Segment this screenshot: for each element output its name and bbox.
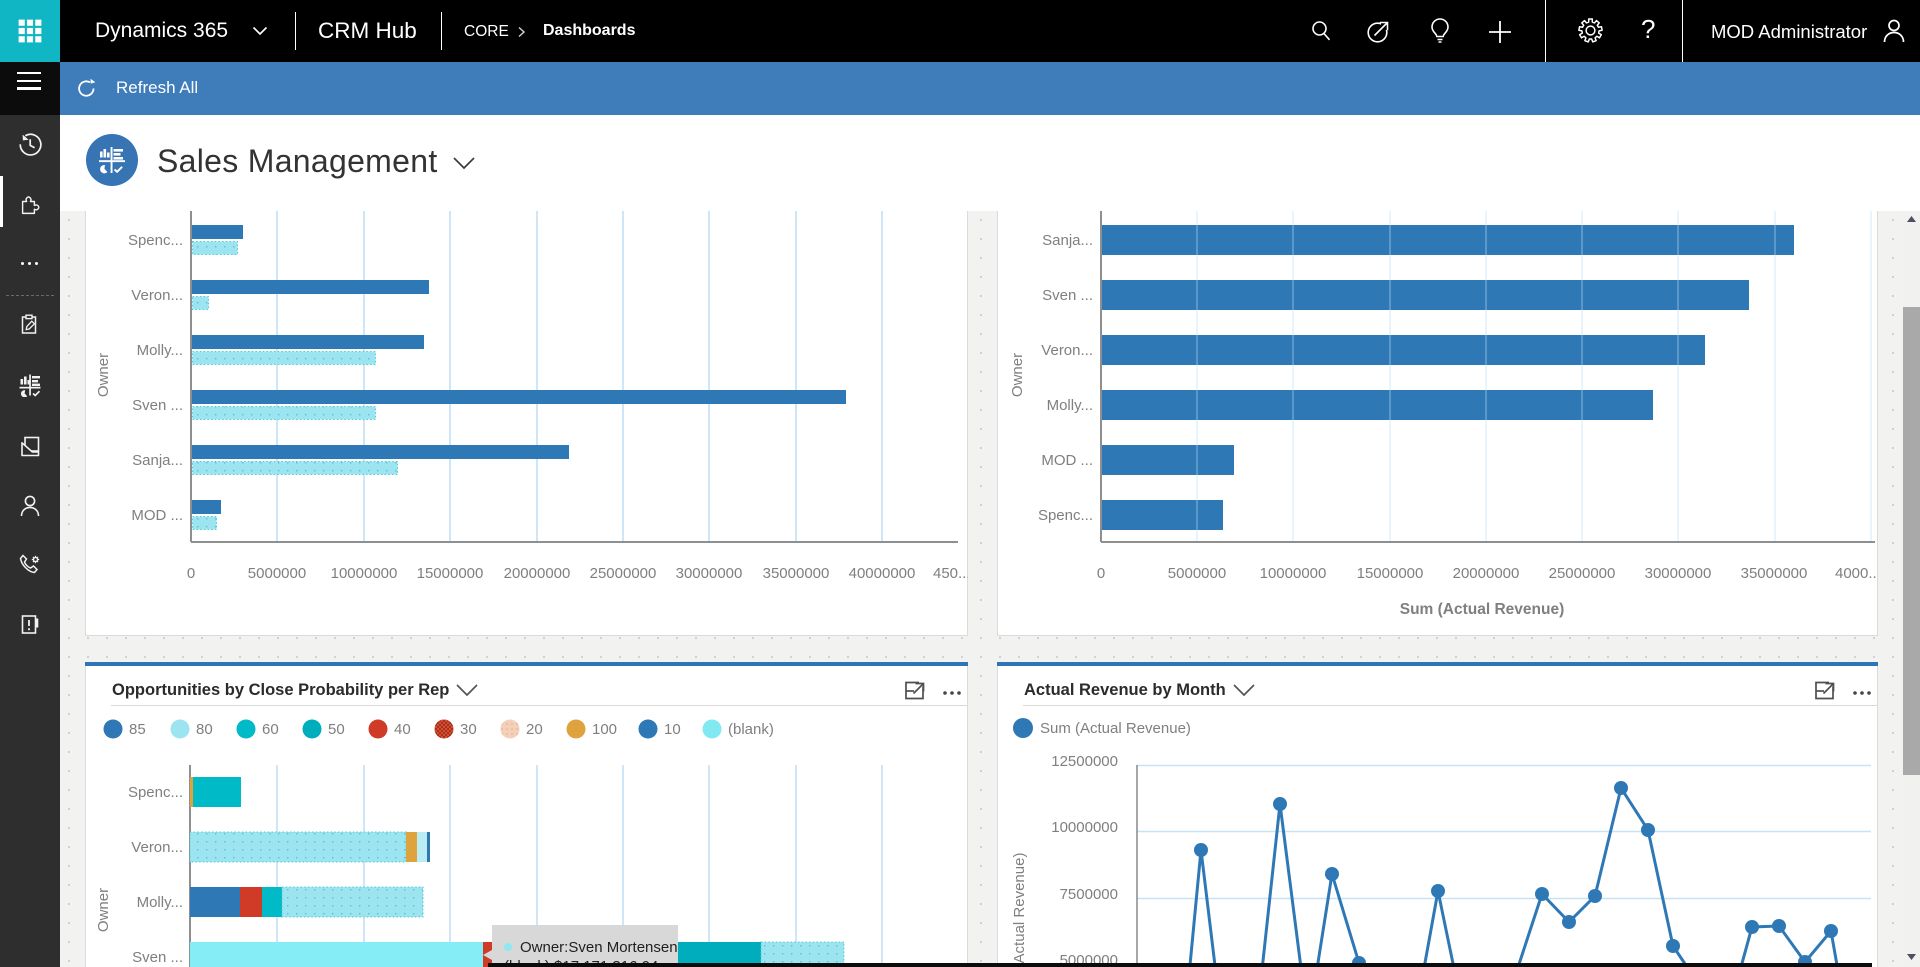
svg-text:Molly...: Molly...: [1047, 397, 1093, 414]
svg-text:25000000: 25000000: [1549, 565, 1616, 582]
svg-text:15000000: 15000000: [1357, 565, 1424, 582]
svg-text:Spenc...: Spenc...: [128, 784, 183, 801]
svg-text:5000000: 5000000: [1168, 565, 1226, 582]
svg-text:Owner: Owner: [95, 888, 112, 932]
svg-text:Opportunities by Close Probabi: Opportunities by Close Probability per R…: [112, 681, 449, 699]
svg-text:Sanja...: Sanja...: [1042, 232, 1093, 249]
svg-text:20000000: 20000000: [1453, 565, 1520, 582]
svg-text:Sanja...: Sanja...: [132, 452, 183, 469]
svg-text:10000000: 10000000: [331, 565, 398, 582]
svg-text:20: 20: [526, 721, 543, 738]
svg-text:10: 10: [664, 721, 681, 738]
svg-text:40000000: 40000000: [849, 565, 916, 582]
svg-text:4000...: 4000...: [1835, 565, 1878, 582]
svg-text:MOD ...: MOD ...: [1041, 452, 1093, 469]
svg-text:Actual Revenue by Month: Actual Revenue by Month: [1024, 681, 1226, 699]
svg-text:Veron...: Veron...: [131, 839, 183, 856]
svg-text:Sum (Actual Revenue): Sum (Actual Revenue): [1011, 853, 1028, 967]
svg-text:30000000: 30000000: [1645, 565, 1712, 582]
svg-text:Sum (Actual Revenue): Sum (Actual Revenue): [1400, 601, 1565, 618]
svg-text:10000000: 10000000: [1051, 819, 1118, 836]
svg-text:50: 50: [328, 721, 345, 738]
svg-text:Sven ...: Sven ...: [132, 397, 183, 414]
svg-text:(blank): (blank): [728, 721, 774, 738]
svg-text:20000000: 20000000: [504, 565, 571, 582]
svg-text:Sven ...: Sven ...: [132, 949, 183, 966]
svg-text:MOD ...: MOD ...: [131, 507, 183, 524]
svg-text:Owner: Owner: [1009, 353, 1026, 397]
svg-text:35000000: 35000000: [763, 565, 830, 582]
svg-text:7500000: 7500000: [1060, 886, 1118, 903]
svg-text:25000000: 25000000: [590, 565, 657, 582]
svg-text:Owner: Owner: [95, 353, 112, 397]
svg-text:Veron...: Veron...: [1041, 342, 1093, 359]
svg-text:Spenc...: Spenc...: [128, 232, 183, 249]
svg-text:Spenc...: Spenc...: [1038, 507, 1093, 524]
svg-text:Molly...: Molly...: [137, 894, 183, 911]
svg-text:0: 0: [187, 565, 195, 582]
svg-text:30: 30: [460, 721, 477, 738]
svg-text:30000000: 30000000: [676, 565, 743, 582]
svg-text:Owner:Sven Mortensen: Owner:Sven Mortensen: [520, 939, 678, 956]
svg-text:15000000: 15000000: [417, 565, 484, 582]
svg-text:Veron...: Veron...: [131, 287, 183, 304]
svg-text:80: 80: [196, 721, 213, 738]
svg-text:0: 0: [1097, 565, 1105, 582]
svg-text:5000000: 5000000: [248, 565, 306, 582]
svg-text:35000000: 35000000: [1741, 565, 1808, 582]
svg-text:12500000: 12500000: [1051, 753, 1118, 770]
svg-text:Sven ...: Sven ...: [1042, 287, 1093, 304]
svg-text:Sum (Actual Revenue): Sum (Actual Revenue): [1040, 720, 1191, 737]
svg-text:40: 40: [394, 721, 411, 738]
svg-text:100: 100: [592, 721, 617, 738]
svg-text:10000000: 10000000: [1260, 565, 1327, 582]
svg-text:Molly...: Molly...: [137, 342, 183, 359]
svg-text:450...: 450...: [933, 565, 968, 582]
svg-text:60: 60: [262, 721, 279, 738]
svg-text:85: 85: [129, 721, 146, 738]
